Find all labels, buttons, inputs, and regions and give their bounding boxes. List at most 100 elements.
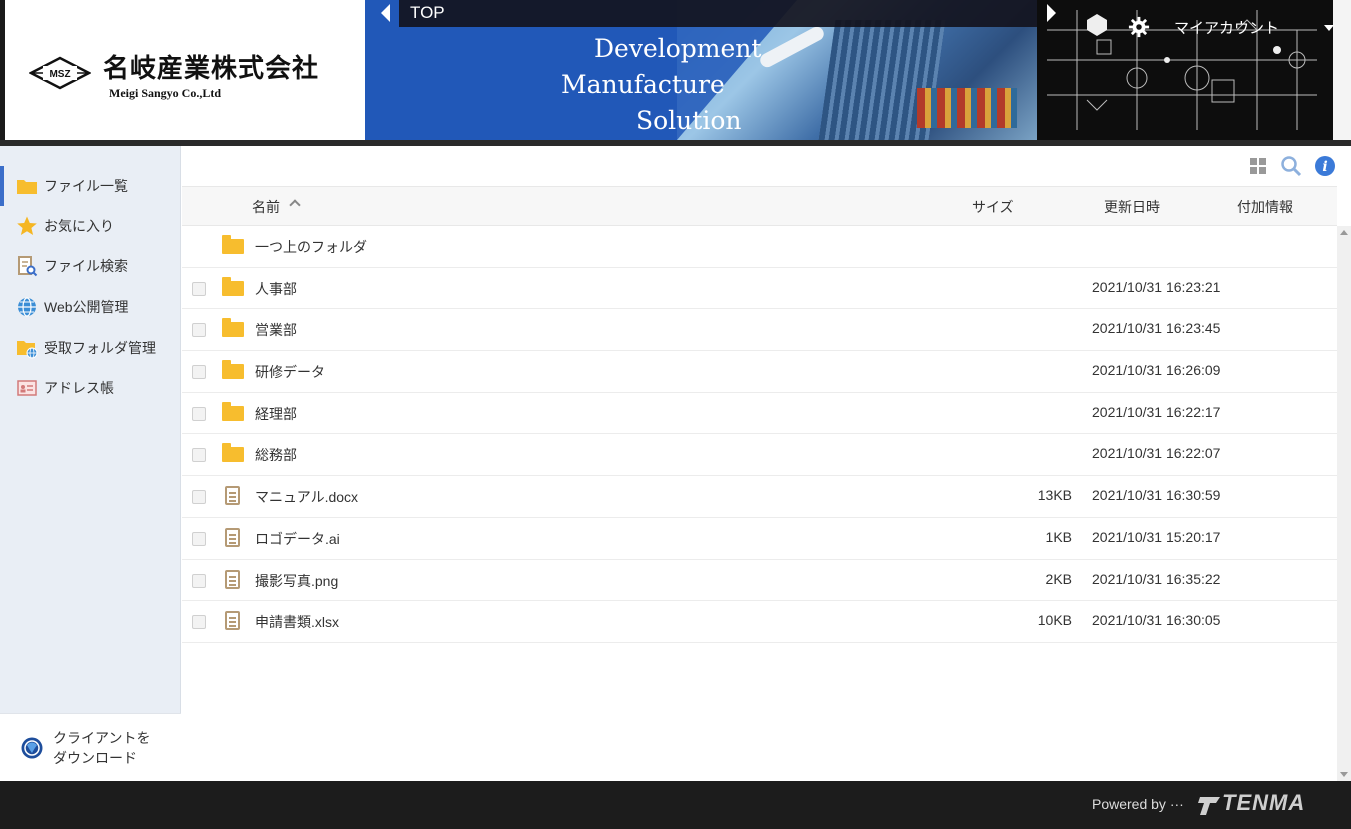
row-checkbox[interactable]	[192, 573, 206, 588]
document-icon	[222, 611, 244, 631]
table-row[interactable]: 申請書類.xlsx 10KB 2021/10/31 16:30:05	[182, 601, 1337, 643]
header: MSZ 名岐産業株式会社 Meigi Sangyo Co.,Ltd Develo…	[0, 0, 1351, 140]
svg-text:i: i	[1322, 159, 1327, 175]
top-link[interactable]: TOP	[410, 3, 445, 23]
banner-prev-arrow-icon[interactable]	[381, 4, 390, 22]
file-name[interactable]: 営業部	[255, 320, 297, 340]
sidebar-item-favorites[interactable]: お気に入り	[0, 206, 181, 246]
client-globe-icon	[21, 737, 43, 758]
sidebar-item-label: 受取フォルダ管理	[44, 340, 156, 356]
banner-text-solution: Solution	[636, 106, 742, 135]
column-extra-header[interactable]: 付加情報	[1237, 197, 1293, 217]
file-name[interactable]: 申請書類.xlsx	[255, 612, 339, 632]
address-book-icon	[16, 377, 38, 399]
info-icon[interactable]: i	[1314, 155, 1336, 177]
file-modified: 2021/10/31 16:26:09	[1092, 362, 1221, 379]
file-name[interactable]: ロゴデータ.ai	[255, 529, 340, 549]
file-name[interactable]: 経理部	[255, 404, 297, 424]
table-row[interactable]: マニュアル.docx 13KB 2021/10/31 16:30:59	[182, 476, 1337, 518]
file-modified: 2021/10/31 16:23:21	[1092, 278, 1221, 295]
banner-next-arrow-icon[interactable]	[1047, 4, 1056, 22]
file-modified: 2021/10/31 15:20:17	[1092, 528, 1221, 545]
row-checkbox[interactable]	[192, 406, 206, 421]
search-icon[interactable]	[1280, 155, 1302, 177]
sidebar-item-label: ファイル一覧	[44, 178, 128, 194]
my-account-menu[interactable]: マイアカウント	[1128, 16, 1334, 38]
parent-folder-link[interactable]: 一つ上のフォルダ	[255, 237, 367, 257]
sort-ascending-icon[interactable]	[289, 199, 301, 211]
file-list: 一つ上のフォルダ 人事部 2021/10/31 16:23:21 営業部 202…	[182, 226, 1337, 643]
column-modified-header[interactable]: 更新日時	[1104, 197, 1160, 217]
file-size: 10KB	[1037, 612, 1072, 629]
grid-view-icon[interactable]	[1247, 155, 1269, 177]
top-nav-bar	[399, 0, 1037, 27]
sidebar-item-label: アドレス帳	[44, 380, 114, 396]
file-name[interactable]: 人事部	[255, 279, 297, 299]
vertical-scrollbar[interactable]	[1337, 226, 1351, 781]
file-size: 1KB	[1045, 528, 1072, 545]
file-name[interactable]: 研修データ	[255, 362, 325, 382]
star-icon	[16, 215, 38, 237]
folder-icon	[222, 401, 244, 423]
column-header: 名前 サイズ 更新日時 付加情報	[182, 186, 1337, 226]
row-checkbox[interactable]	[192, 323, 206, 338]
company-logo[interactable]: MSZ 名岐産業株式会社 Meigi Sangyo Co.,Ltd	[5, 0, 365, 140]
table-row[interactable]: 経理部 2021/10/31 16:22:17	[182, 393, 1337, 435]
parent-folder-row[interactable]: 一つ上のフォルダ	[182, 226, 1337, 268]
column-name-header[interactable]: 名前	[252, 197, 280, 217]
sidebar-item-web-publish[interactable]: Web公開管理	[0, 287, 181, 327]
column-size-header[interactable]: サイズ	[972, 197, 1014, 217]
row-checkbox[interactable]	[192, 448, 206, 463]
sidebar-item-file-list[interactable]: ファイル一覧	[0, 166, 181, 206]
table-row[interactable]: ロゴデータ.ai 1KB 2021/10/31 15:20:17	[182, 518, 1337, 560]
row-checkbox[interactable]	[192, 531, 206, 546]
file-name[interactable]: 総務部	[255, 445, 297, 465]
tenma-logo-mark-icon	[1198, 797, 1220, 815]
file-modified: 2021/10/31 16:22:17	[1092, 403, 1221, 420]
folder-icon	[222, 318, 244, 339]
folder-icon	[222, 360, 244, 381]
sidebar-item-file-search[interactable]: ファイル検索	[0, 246, 181, 286]
file-modified: 2021/10/31 16:30:05	[1092, 612, 1221, 629]
file-name[interactable]: マニュアル.docx	[255, 487, 358, 507]
scroll-down-arrow-icon[interactable]	[1340, 772, 1348, 777]
file-size: 13KB	[1037, 487, 1072, 504]
row-checkbox[interactable]	[192, 281, 206, 296]
document-icon	[222, 527, 244, 548]
toolbar: i	[182, 146, 1351, 186]
file-modified: 2021/10/31 16:22:07	[1092, 445, 1221, 462]
file-modified: 2021/10/31 16:23:45	[1092, 320, 1221, 337]
tenma-brand[interactable]: TENMA	[1222, 790, 1305, 816]
table-row[interactable]: 営業部 2021/10/31 16:23:45	[182, 309, 1337, 352]
banner-text-development: Development	[594, 34, 762, 63]
sidebar-item-address-book[interactable]: アドレス帳	[0, 368, 181, 408]
folder-icon	[222, 235, 244, 256]
document-icon	[222, 486, 244, 506]
sidebar-item-label: お気に入り	[44, 218, 114, 234]
sidebar: ファイル一覧 お気に入り ファイル検索 Web公開管理 受取フォルダ管理 アドレ…	[0, 146, 181, 781]
receive-folder-icon	[16, 337, 38, 359]
folder-icon	[222, 443, 244, 464]
scroll-up-arrow-icon[interactable]	[1340, 230, 1348, 235]
globe-icon	[16, 296, 38, 318]
table-row[interactable]: 人事部 2021/10/31 16:23:21	[182, 268, 1337, 310]
company-logo-mark-icon: MSZ	[29, 56, 91, 90]
download-client-line2: ダウンロード	[53, 749, 137, 766]
table-row[interactable]: 総務部 2021/10/31 16:22:07	[182, 434, 1337, 477]
gear-icon	[1128, 16, 1150, 38]
table-row[interactable]: 撮影写真.png 2KB 2021/10/31 16:35:22	[182, 560, 1337, 602]
file-modified: 2021/10/31 16:35:22	[1092, 570, 1221, 587]
file-name[interactable]: 撮影写真.png	[255, 571, 338, 591]
sidebar-item-label: ファイル検索	[44, 258, 128, 274]
download-client-button[interactable]: クライアントを ダウンロード	[0, 713, 181, 781]
table-row[interactable]: 研修データ 2021/10/31 16:26:09	[182, 351, 1337, 393]
svg-text:MSZ: MSZ	[49, 69, 70, 80]
row-checkbox[interactable]	[192, 615, 206, 630]
document-icon	[222, 569, 244, 590]
banner-text-manufacture: Manufacture	[561, 70, 725, 99]
sidebar-item-receive-folder[interactable]: 受取フォルダ管理	[0, 328, 181, 368]
row-checkbox[interactable]	[192, 365, 206, 380]
banner-edge	[1333, 0, 1351, 140]
file-search-icon	[16, 255, 38, 277]
row-checkbox[interactable]	[192, 490, 206, 505]
